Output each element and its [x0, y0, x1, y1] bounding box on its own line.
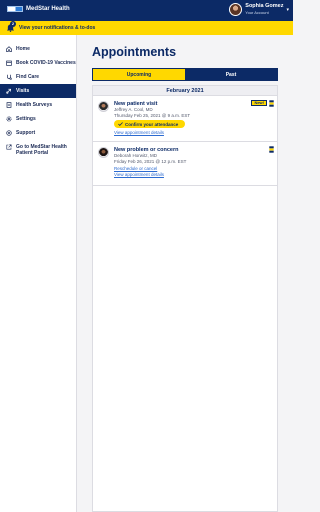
bookmark-icon[interactable]: [269, 146, 274, 153]
appointments-list: February 2021 New patient visit Jeffrey …: [92, 85, 278, 512]
sidebar-item-label: Settings: [16, 116, 36, 122]
find-care-icon: [6, 74, 12, 80]
sidebar: Home Book COVID-19 Vaccines Find Care Vi…: [0, 35, 77, 512]
notifications-banner[interactable]: 2 View your notifications & to-dos: [0, 21, 293, 35]
main-content: Appointments Upcoming Past February 2021…: [77, 35, 293, 512]
sidebar-item-support[interactable]: Support: [0, 126, 76, 140]
confirm-attendance-button[interactable]: Confirm your attendance: [114, 120, 185, 128]
list-item: New problem or concern Deborah Horwitz, …: [93, 142, 277, 186]
user-account-label: Your Account: [245, 9, 269, 15]
tab-past[interactable]: Past: [185, 69, 277, 80]
visits-icon: [6, 88, 12, 94]
doctor-avatar: [98, 101, 109, 112]
appointment-datetime: Thursday Feb 25, 2021 @ 9 a.m. EST: [114, 112, 191, 118]
sidebar-item-settings[interactable]: Settings: [0, 112, 76, 126]
avatar: [229, 3, 243, 16]
sidebar-item-label: Find Care: [16, 74, 40, 80]
user-name: Sophia Gomez: [245, 3, 284, 10]
gear-icon: [6, 116, 12, 122]
sidebar-item-health-surveys[interactable]: Health Surveys: [0, 98, 76, 112]
appointment-datetime: Friday Feb 26, 2021 @ 12 p.m. EST: [114, 158, 187, 164]
check-icon: [118, 122, 123, 126]
bookmark-icon[interactable]: [269, 100, 274, 107]
external-link-icon: [6, 144, 12, 150]
appointment-tabs: Upcoming Past: [92, 68, 278, 81]
sidebar-item-visits[interactable]: Visits: [0, 84, 76, 98]
home-icon: [6, 46, 12, 52]
sidebar-item-label: Go to MedStar Health Patient Portal: [16, 144, 67, 156]
user-menu[interactable]: Sophia Gomez Your Account ▾: [229, 3, 289, 16]
sidebar-item-book-covid-vaccines[interactable]: Book COVID-19 Vaccines: [0, 56, 76, 70]
support-icon: [6, 130, 12, 136]
sidebar-item-label: Support: [16, 130, 36, 136]
sidebar-item-label: Visits: [16, 88, 30, 94]
confirm-attendance-label: Confirm your attendance: [125, 121, 179, 127]
sidebar-item-label: Health Surveys: [16, 102, 53, 108]
survey-icon: [6, 102, 12, 108]
page-title: Appointments: [92, 45, 177, 59]
view-appointment-details-link[interactable]: View appointment details: [114, 130, 273, 136]
sidebar-item-label: Book COVID-19 Vaccines: [16, 60, 76, 66]
bell-icon: 2: [6, 21, 16, 32]
sidebar-item-home[interactable]: Home: [0, 42, 76, 56]
medstar-logo[interactable]: MedStar Health: [7, 6, 70, 12]
sidebar-item-patient-portal[interactable]: Go to MedStar Health Patient Portal: [0, 140, 76, 166]
chevron-down-icon: ▾: [286, 6, 289, 13]
doctor-avatar: [98, 147, 109, 158]
month-header: February 2021: [93, 86, 277, 96]
logo-mark-icon: [7, 6, 23, 12]
brand-name: MedStar Health: [26, 6, 70, 12]
notifications-label: View your notifications & to-dos: [19, 25, 96, 31]
sidebar-item-find-care[interactable]: Find Care: [0, 70, 76, 84]
view-appointment-details-link[interactable]: View appointment details: [114, 172, 273, 178]
top-bar: MedStar Health Sophia Gomez Your Account…: [0, 0, 293, 21]
tab-upcoming[interactable]: Upcoming: [93, 69, 185, 80]
calendar-icon: [6, 60, 12, 66]
new-badge: New!: [251, 100, 267, 106]
list-item: New patient visit Jeffrey A. Cool, MD Th…: [93, 96, 277, 142]
notification-count-badge: 2: [10, 21, 16, 27]
sidebar-item-label: Home: [16, 46, 30, 52]
